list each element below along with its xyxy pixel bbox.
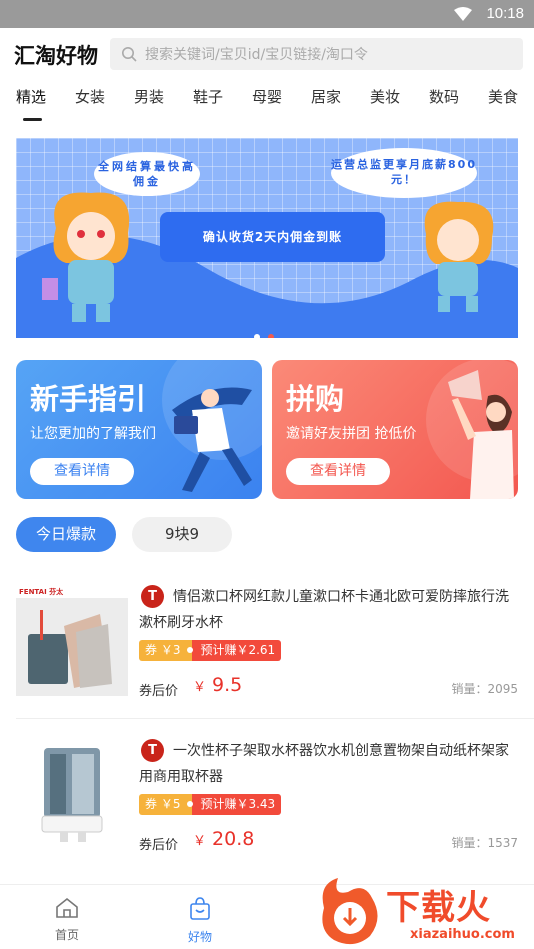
after-coupon-label: 券后价 xyxy=(139,684,179,699)
price-value: 20.8 xyxy=(212,828,255,850)
watermark-url: xiazaihuo.com xyxy=(410,927,515,942)
tab-category-1[interactable]: 女装 xyxy=(75,86,105,107)
wifi-icon xyxy=(454,7,472,21)
divider xyxy=(16,718,534,719)
shopping-bag-icon xyxy=(190,897,210,920)
nav-home[interactable]: 首页 xyxy=(37,897,97,943)
tab-category-8[interactable]: 美食 xyxy=(488,86,518,107)
guide-card-subtitle: 让您更加的了解我们 xyxy=(30,426,156,442)
promo-banner[interactable]: 全网结算最快高佣金 运营总监更享月底薪800元！ 确认收货2天内佣金到账 xyxy=(16,138,518,338)
group-buy-card-subtitle: 邀请好友拼团 抢低价 xyxy=(286,426,417,442)
currency-symbol: ￥ xyxy=(193,834,207,849)
nav-goods[interactable]: 好物 xyxy=(170,897,230,945)
sales-count: 销量：2095 xyxy=(451,682,518,696)
tab-category-0[interactable]: 精选 xyxy=(16,86,46,107)
search-input[interactable]: 搜索关键词/宝贝id/宝贝链接/淘口令 xyxy=(110,38,523,70)
product-title[interactable]: 一次性杯子架取水杯器饮水机创意置物架自动纸杯架家用商用取杯器 xyxy=(139,738,519,790)
nav-home-label: 首页 xyxy=(54,928,79,942)
cups-product-image: FENTAI 芬太 xyxy=(16,584,128,696)
earn-value: 预计赚￥3.43 xyxy=(192,794,282,815)
product-price: ￥ 20.8 xyxy=(193,828,254,850)
tab-nine-nine[interactable]: 9块9 xyxy=(132,517,232,552)
top-bar: 汇淘好物 搜索关键词/宝贝id/宝贝链接/淘口令 xyxy=(0,28,534,80)
coupon-tag: 券 ￥3 预计赚￥2.61 xyxy=(139,640,282,661)
group-buy-card-title: 拼购 xyxy=(286,382,345,416)
product-image[interactable] xyxy=(16,738,128,850)
carousel-dot[interactable] xyxy=(254,334,260,338)
active-tab-indicator xyxy=(23,118,42,121)
group-buy-card[interactable]: 拼购 邀请好友拼团 抢低价 查看详情 xyxy=(272,360,518,499)
guide-card-title: 新手指引 xyxy=(30,382,147,416)
price-value: 9.5 xyxy=(212,674,243,696)
product-item[interactable]: T 一次性杯子架取水杯器饮水机创意置物架自动纸杯架家用商用取杯器 券 ￥5 预计赚… xyxy=(16,738,534,876)
status-bar: 10:18 xyxy=(0,0,534,28)
earn-value: 预计赚￥2.61 xyxy=(192,640,282,661)
product-item[interactable]: FENTAI 芬太 T 情侣漱口杯网红款儿童漱口杯卡通北欧可爱防摔旅行洗漱杯刷牙… xyxy=(16,584,534,722)
currency-symbol: ￥ xyxy=(193,680,207,695)
tab-category-7[interactable]: 数码 xyxy=(429,86,459,107)
clock: 10:18 xyxy=(486,5,524,22)
product-title[interactable]: 情侣漱口杯网红款儿童漱口杯卡通北欧可爱防摔旅行洗漱杯刷牙水杯 xyxy=(139,584,519,636)
watermark-brand: 下载火 xyxy=(386,888,491,928)
nav-goods-label: 好物 xyxy=(187,930,212,944)
coupon-separator xyxy=(186,794,194,815)
search-icon xyxy=(122,47,137,62)
tab-category-6[interactable]: 美妆 xyxy=(370,86,400,107)
tab-today-hot[interactable]: 今日爆款 xyxy=(16,517,116,552)
watermark: 下载火 xiazaihuo.com xyxy=(314,874,534,949)
guide-card[interactable]: 新手指引 让您更加的了解我们 查看详情 xyxy=(16,360,262,499)
carousel-dots[interactable] xyxy=(254,325,282,338)
tab-category-5[interactable]: 居家 xyxy=(311,86,341,107)
guide-details-button[interactable]: 查看详情 xyxy=(30,458,134,485)
tab-category-4[interactable]: 母婴 xyxy=(252,86,282,107)
sales-count: 销量：1537 xyxy=(451,836,518,850)
after-coupon-label: 券后价 xyxy=(139,838,179,853)
coupon-value: 券 ￥3 xyxy=(139,640,187,661)
search-placeholder: 搜索关键词/宝贝id/宝贝链接/淘口令 xyxy=(145,47,368,63)
product-image[interactable]: FENTAI 芬太 xyxy=(16,584,128,696)
coupon-tag: 券 ￥5 预计赚￥3.43 xyxy=(139,794,282,815)
carousel-dot-active[interactable] xyxy=(268,334,274,338)
megaphone-woman-illustration xyxy=(426,360,518,499)
coupon-value: 券 ￥5 xyxy=(139,794,187,815)
group-buy-details-button[interactable]: 查看详情 xyxy=(286,458,390,485)
flame-logo-icon xyxy=(322,878,378,945)
svg-text:FENTAI 芬太: FENTAI 芬太 xyxy=(19,587,64,596)
home-icon xyxy=(56,897,78,918)
cup-dispenser-product-image xyxy=(16,738,128,850)
app-logo: 汇淘好物 xyxy=(14,43,98,68)
banner-bubble-left: 全网结算最快高佣金 xyxy=(94,152,200,196)
running-man-illustration xyxy=(162,360,262,492)
category-tabs: 精选 女装 男装 鞋子 母婴 居家 美妆 数码 美食 xyxy=(0,86,534,124)
cartoon-girl-left-illustration xyxy=(42,192,130,322)
cartoon-girl-right-illustration xyxy=(424,201,494,312)
banner-bubble-right: 运营总监更享月底薪800元！ xyxy=(331,148,477,198)
banner-headline: 确认收货2天内佣金到账 xyxy=(160,212,385,262)
product-price: ￥ 9.5 xyxy=(193,674,242,696)
coupon-separator xyxy=(186,640,194,661)
tab-category-3[interactable]: 鞋子 xyxy=(193,86,223,107)
tab-category-2[interactable]: 男装 xyxy=(134,86,164,107)
